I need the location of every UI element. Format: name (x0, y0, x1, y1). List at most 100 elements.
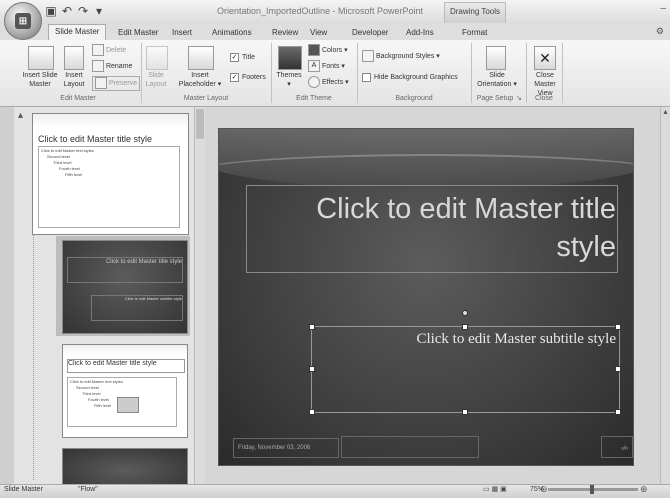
thumbnail-scroll-thumb[interactable] (196, 109, 204, 139)
status-theme-name: "Flow" (78, 486, 98, 493)
resize-handle[interactable] (309, 366, 315, 372)
themes-icon[interactable] (278, 46, 302, 70)
close-master-view-button[interactable]: Close Master View (526, 71, 564, 98)
group-label-background: Background (395, 95, 433, 102)
undo-icon[interactable]: ↶ (60, 4, 74, 18)
slide-layout-icon (146, 46, 168, 70)
tab-developer[interactable]: Developer (346, 26, 394, 40)
collapse-arrow-icon[interactable]: ▴ (18, 110, 23, 121)
contextual-tab-group-label: Drawing Tools (444, 2, 506, 23)
insert-layout-button[interactable]: Insert Layout (58, 71, 90, 89)
rename-label: Rename (105, 62, 133, 70)
group-separator (562, 43, 563, 103)
thumbnail-title: Click to edit Master title style (67, 257, 183, 283)
rename-button[interactable]: Rename (92, 60, 132, 73)
resize-handle[interactable] (309, 324, 315, 330)
group-label-close: Close (535, 95, 553, 102)
tab-review[interactable]: Review (266, 26, 304, 40)
main-slide[interactable] (218, 128, 634, 466)
title-checkbox[interactable]: ✓ Title (230, 52, 255, 64)
thumbnail-body-line: Fifth level (65, 172, 83, 177)
tab-animations[interactable]: Animations (206, 26, 258, 40)
resize-handle[interactable] (615, 409, 621, 415)
insert-placeholder-button[interactable]: Insert Placeholder ▾ (174, 71, 226, 89)
zoom-slider-knob[interactable] (590, 485, 594, 494)
group-separator (357, 43, 358, 103)
effects-button[interactable]: Effects ▾ (308, 76, 349, 89)
tab-slide-master[interactable]: Slide Master (48, 24, 107, 41)
resize-handle[interactable] (615, 366, 621, 372)
thumbnail-scrollbar[interactable] (194, 107, 205, 484)
effects-label: Effects ▾ (321, 78, 349, 86)
tab-insert[interactable]: Insert (166, 26, 198, 40)
view-buttons[interactable]: ▭ ▦ ▣ (483, 485, 507, 493)
group-label-page-setup: Page Setup (476, 95, 514, 102)
thumbnail-subtitle: Click to edit Master subtitle style (91, 295, 183, 321)
slide-orientation-button[interactable]: Slide Orientation ▾ (472, 71, 522, 89)
thumbnail-title-slide-layout[interactable]: Click to edit Master title style Click t… (62, 240, 188, 334)
preserve-icon (95, 77, 107, 89)
thumbnail-title: Click to edit Master title style (38, 134, 153, 144)
thumbnail-layout-next[interactable] (62, 448, 188, 485)
thumbnail-slide-master[interactable]: Click to edit Master title style Click t… (32, 113, 189, 235)
office-logo-icon: ⊞ (15, 13, 31, 29)
resize-handle[interactable] (615, 324, 621, 330)
delete-button[interactable]: Delete (92, 44, 126, 57)
background-styles-button[interactable]: Background Styles ▾ (362, 50, 440, 63)
footer-date[interactable]: Friday, November 03, 2006 (238, 445, 310, 451)
content-placeholder-icons (117, 397, 139, 413)
scroll-up-icon[interactable]: ▲ (662, 109, 669, 116)
rotate-handle[interactable] (462, 310, 468, 316)
vertical-scrollbar[interactable]: ▲ (660, 107, 670, 484)
thumbnail-title-content-layout[interactable]: Click to edit Master title style Click t… (62, 344, 188, 438)
colors-button[interactable]: Colors ▾ (308, 44, 348, 57)
insert-placeholder-icon[interactable] (188, 46, 214, 70)
slide-layout-button[interactable]: Slide Layout (142, 71, 170, 89)
group-label-edit-master: Edit Master (60, 95, 96, 102)
group-separator (271, 43, 272, 103)
insert-layout-icon[interactable] (64, 46, 84, 70)
status-view-name: Slide Master (4, 486, 43, 493)
thumbnail-header-band (63, 345, 187, 355)
title-check-icon: ✓ (230, 52, 239, 62)
office-button[interactable]: ⊞ (4, 2, 42, 40)
close-master-view-icon[interactable]: ✕ (534, 46, 556, 70)
slide-subtitle[interactable]: Click to edit Master subtitle style (316, 331, 616, 348)
background-styles-icon (362, 50, 374, 62)
tab-edit-master[interactable]: Edit Master (112, 26, 164, 40)
title-checkbox-label: Title (242, 54, 255, 61)
redo-icon[interactable]: ↷ (76, 4, 90, 18)
tab-add-ins[interactable]: Add-Ins (400, 26, 440, 40)
zoom-out-icon[interactable]: ⊖ (540, 484, 548, 495)
insert-slide-master-button[interactable]: Insert Slide Master (18, 71, 62, 89)
preserve-button[interactable]: Preserve (92, 76, 140, 91)
insert-slide-master-icon[interactable] (28, 46, 54, 70)
save-icon[interactable]: ▣ (44, 4, 58, 18)
page-setup-dialog-launcher-icon[interactable]: ↘ (516, 94, 522, 102)
customize-qat-icon[interactable]: ▾ (92, 4, 106, 18)
tab-view[interactable]: View (304, 26, 333, 40)
resize-handle[interactable] (462, 324, 468, 330)
preserve-label: Preserve (108, 79, 137, 87)
delete-icon (92, 44, 104, 56)
footers-checkbox[interactable]: ✓ Footers (230, 72, 266, 84)
hide-background-graphics-checkbox[interactable]: Hide Background Graphics (362, 72, 458, 84)
help-icon[interactable]: ⚙ (656, 26, 664, 37)
resize-handle[interactable] (462, 409, 468, 415)
thumbnail-header-band (33, 114, 188, 128)
footers-checkbox-label: Footers (242, 74, 266, 81)
slide-title[interactable]: Click to edit Master title style (250, 190, 616, 266)
group-label-master-layout: Master Layout (183, 95, 229, 102)
footer-placeholder[interactable] (341, 436, 479, 458)
zoom-in-icon[interactable]: ⊕ (640, 484, 648, 495)
slide-orientation-icon[interactable] (486, 46, 506, 70)
resize-handle[interactable] (309, 409, 315, 415)
thumbnail-title: Click to edit Master title style (67, 359, 185, 373)
window-title: Orientation_ImportedOutline - Microsoft … (216, 6, 424, 16)
delete-label: Delete (105, 46, 127, 54)
tab-format[interactable]: Format (456, 26, 493, 40)
window-controls[interactable]: – (660, 3, 666, 14)
slide-number: ‹#› (621, 446, 629, 452)
fonts-button[interactable]: A Fonts ▾ (308, 60, 345, 73)
themes-button[interactable]: Themes ▾ (274, 71, 304, 89)
